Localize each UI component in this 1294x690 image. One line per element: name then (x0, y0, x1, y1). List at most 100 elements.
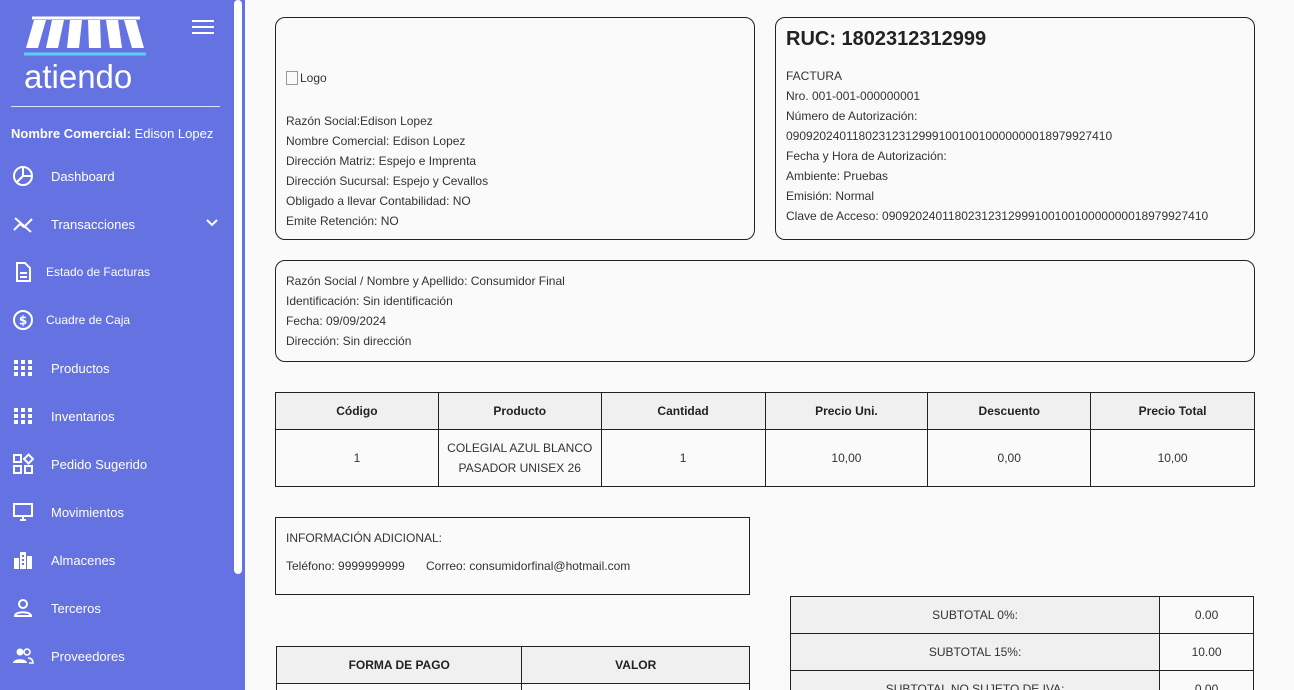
issuer-nombre-comercial: Nombre Comercial: Edison Lopez (286, 134, 466, 148)
grid-icon (12, 405, 34, 427)
customer-name: Razón Social / Nombre y Apellido: Consum… (286, 274, 565, 288)
issuer-box: Logo Razón Social:Edison Lopez Nombre Co… (275, 17, 755, 240)
item-product: COLEGIAL AZUL BLANCO PASADOR UNISEX 26 (437, 429, 602, 487)
table-row: SUBTOTAL NO SUJETO DE IVA: 0.00 (789, 670, 1254, 690)
grid-icon (12, 357, 34, 379)
sidebar-item-terceros[interactable]: Terceros (0, 584, 234, 632)
total-value: 10.00 (1159, 633, 1254, 671)
totals-table: SUBTOTAL 0%: 0.00 SUBTOTAL 15%: 10.00 SU… (789, 596, 1254, 690)
issuer-direccion-sucursal: Dirección Sucursal: Espejo y Cevallos (286, 174, 489, 188)
issuer-obligado: Obligado a llevar Contabilidad: NO (286, 194, 471, 208)
sidebar-item-movimientos[interactable]: Movimientos (0, 488, 234, 536)
commercial-name: Nombre Comercial: Edison Lopez (11, 126, 213, 141)
sidebar-item-cuadre-caja[interactable]: $ Cuadre de Caja (0, 296, 234, 344)
sidebar-item-transacciones[interactable]: Transacciones (0, 200, 234, 248)
invoice-type: FACTURA (786, 69, 843, 83)
dollar-circle-icon: $ (12, 309, 34, 331)
additional-info-title: INFORMACIÓN ADICIONAL: (286, 531, 443, 545)
table-row: SUBTOTAL 0%: 0.00 (789, 596, 1254, 634)
issuer-retencion: Emite Retención: NO (286, 214, 399, 228)
document-icon (12, 261, 34, 283)
items-header-cell: Producto (437, 392, 602, 430)
additional-info-phone: Teléfono: 9999999999 (286, 559, 405, 573)
sidebar-item-inventarios[interactable]: Inventarios (0, 392, 234, 440)
sidebar-item-label: Proveedores (51, 648, 125, 664)
total-label: SUBTOTAL NO SUJETO DE IVA: (789, 670, 1161, 690)
people-icon (12, 645, 34, 667)
invoice-auth-number: 0909202401180231231299910010010000000018… (786, 129, 1113, 143)
sidebar-item-label: Movimientos (51, 504, 124, 520)
total-label: SUBTOTAL 0%: (789, 596, 1161, 634)
item-unit-price: 10,00 (764, 429, 929, 487)
items-header-cell: Código (275, 392, 439, 430)
invoice-ruc: RUC: 1802312312999 (786, 28, 987, 50)
dashboard-pie-icon (12, 165, 34, 187)
issuer-razon-social: Razón Social:Edison Lopez (286, 114, 433, 128)
invoice-environment: Ambiente: Pruebas (786, 169, 889, 183)
hamburger-menu-icon[interactable] (192, 20, 214, 38)
items-header-cell: Precio Uni. (764, 392, 929, 430)
sidebar-scrollbar[interactable] (234, 0, 242, 574)
broken-image-icon (286, 71, 298, 85)
total-value: 0.00 (1159, 670, 1254, 690)
issuer-direccion-matriz: Dirección Matriz: Espejo e Imprenta (286, 154, 477, 168)
table-row: SUBTOTAL 15%: 10.00 (789, 633, 1254, 671)
item-quantity: 1 (600, 429, 766, 487)
items-table: Código Producto Cantidad Precio Uni. Des… (275, 392, 1255, 487)
customer-date: Fecha: 09/09/2024 (286, 314, 387, 328)
logo-text: atiendo (24, 58, 133, 95)
invoice-box: RUC: 1802312312999 FACTURA Nro. 001-001-… (775, 17, 1255, 240)
monitor-icon (12, 501, 34, 523)
sidebar-item-estado-facturas[interactable]: Estado de Facturas (0, 248, 234, 296)
table-row: 1 COLEGIAL AZUL BLANCO PASADOR UNISEX 26… (275, 429, 1255, 487)
payment-header-cell: VALOR (521, 646, 750, 684)
commercial-name-label: Nombre Comercial: (11, 126, 131, 141)
chevron-down-icon (205, 216, 219, 230)
invoice-access-key: Clave de Acceso: 09092024011802312312999… (786, 209, 1209, 223)
sidebar-item-label: Dashboard (51, 168, 115, 184)
invoice-number: Nro. 001-001-000000001 (786, 89, 921, 103)
payment-header-cell: FORMA DE PAGO (275, 646, 523, 684)
additional-info-email: Correo: consumidorfinal@hotmail.com (426, 559, 631, 573)
payment-table: FORMA DE PAGO VALOR (275, 646, 750, 690)
sidebar-item-pedido-sugerido[interactable]: Pedido Sugerido (0, 440, 234, 488)
invoice-auth-label: Número de Autorización: (786, 109, 918, 123)
sidebar-item-productos[interactable]: Productos (0, 344, 234, 392)
sidebar-nav: Dashboard Transacciones Estado de Factur… (0, 152, 234, 680)
transactions-icon (12, 213, 34, 235)
customer-id: Identificación: Sin identificación (286, 294, 453, 308)
table-row (275, 683, 750, 690)
sidebar-item-almacenes[interactable]: Almacenes (0, 536, 234, 584)
items-header-cell: Cantidad (600, 392, 766, 430)
sidebar-item-label: Inventarios (51, 408, 115, 424)
commercial-name-value: Edison Lopez (134, 126, 214, 141)
sidebar-item-label: Pedido Sugerido (51, 456, 148, 472)
total-label: SUBTOTAL 15%: (789, 633, 1161, 671)
person-icon (12, 597, 34, 619)
logo-alt-text: Logo (300, 71, 327, 85)
atiendo-logo[interactable]: atiendo (22, 14, 152, 96)
sidebar-item-label: Estado de Facturas (46, 265, 151, 279)
sidebar-item-label: Almacenes (51, 552, 116, 568)
additional-info-box: INFORMACIÓN ADICIONAL: Teléfono: 9999999… (275, 517, 750, 595)
sidebar-item-proveedores[interactable]: Proveedores (0, 632, 234, 680)
payment-cell (275, 683, 523, 690)
total-value: 0.00 (1159, 596, 1254, 634)
payment-header-row: FORMA DE PAGO VALOR (275, 646, 750, 684)
logo-image-placeholder: Logo (286, 68, 327, 88)
sidebar: atiendo Nombre Comercial: Edison Lopez D… (0, 0, 245, 690)
invoice-emission: Emisión: Normal (786, 189, 875, 203)
invoice-auth-date: Fecha y Hora de Autorización: (786, 149, 947, 163)
sidebar-item-label: Cuadre de Caja (46, 313, 131, 327)
item-discount: 0,00 (927, 429, 1092, 487)
sidebar-divider (11, 106, 220, 107)
sidebar-item-label: Terceros (51, 600, 101, 616)
item-code: 1 (275, 429, 439, 487)
svg-text:$: $ (19, 314, 27, 328)
customer-address: Dirección: Sin dirección (286, 334, 412, 348)
sidebar-item-label: Transacciones (51, 216, 136, 232)
building-icon (12, 549, 34, 571)
sidebar-item-dashboard[interactable]: Dashboard (0, 152, 234, 200)
items-header-cell: Descuento (927, 392, 1092, 430)
item-total: 10,00 (1090, 429, 1255, 487)
